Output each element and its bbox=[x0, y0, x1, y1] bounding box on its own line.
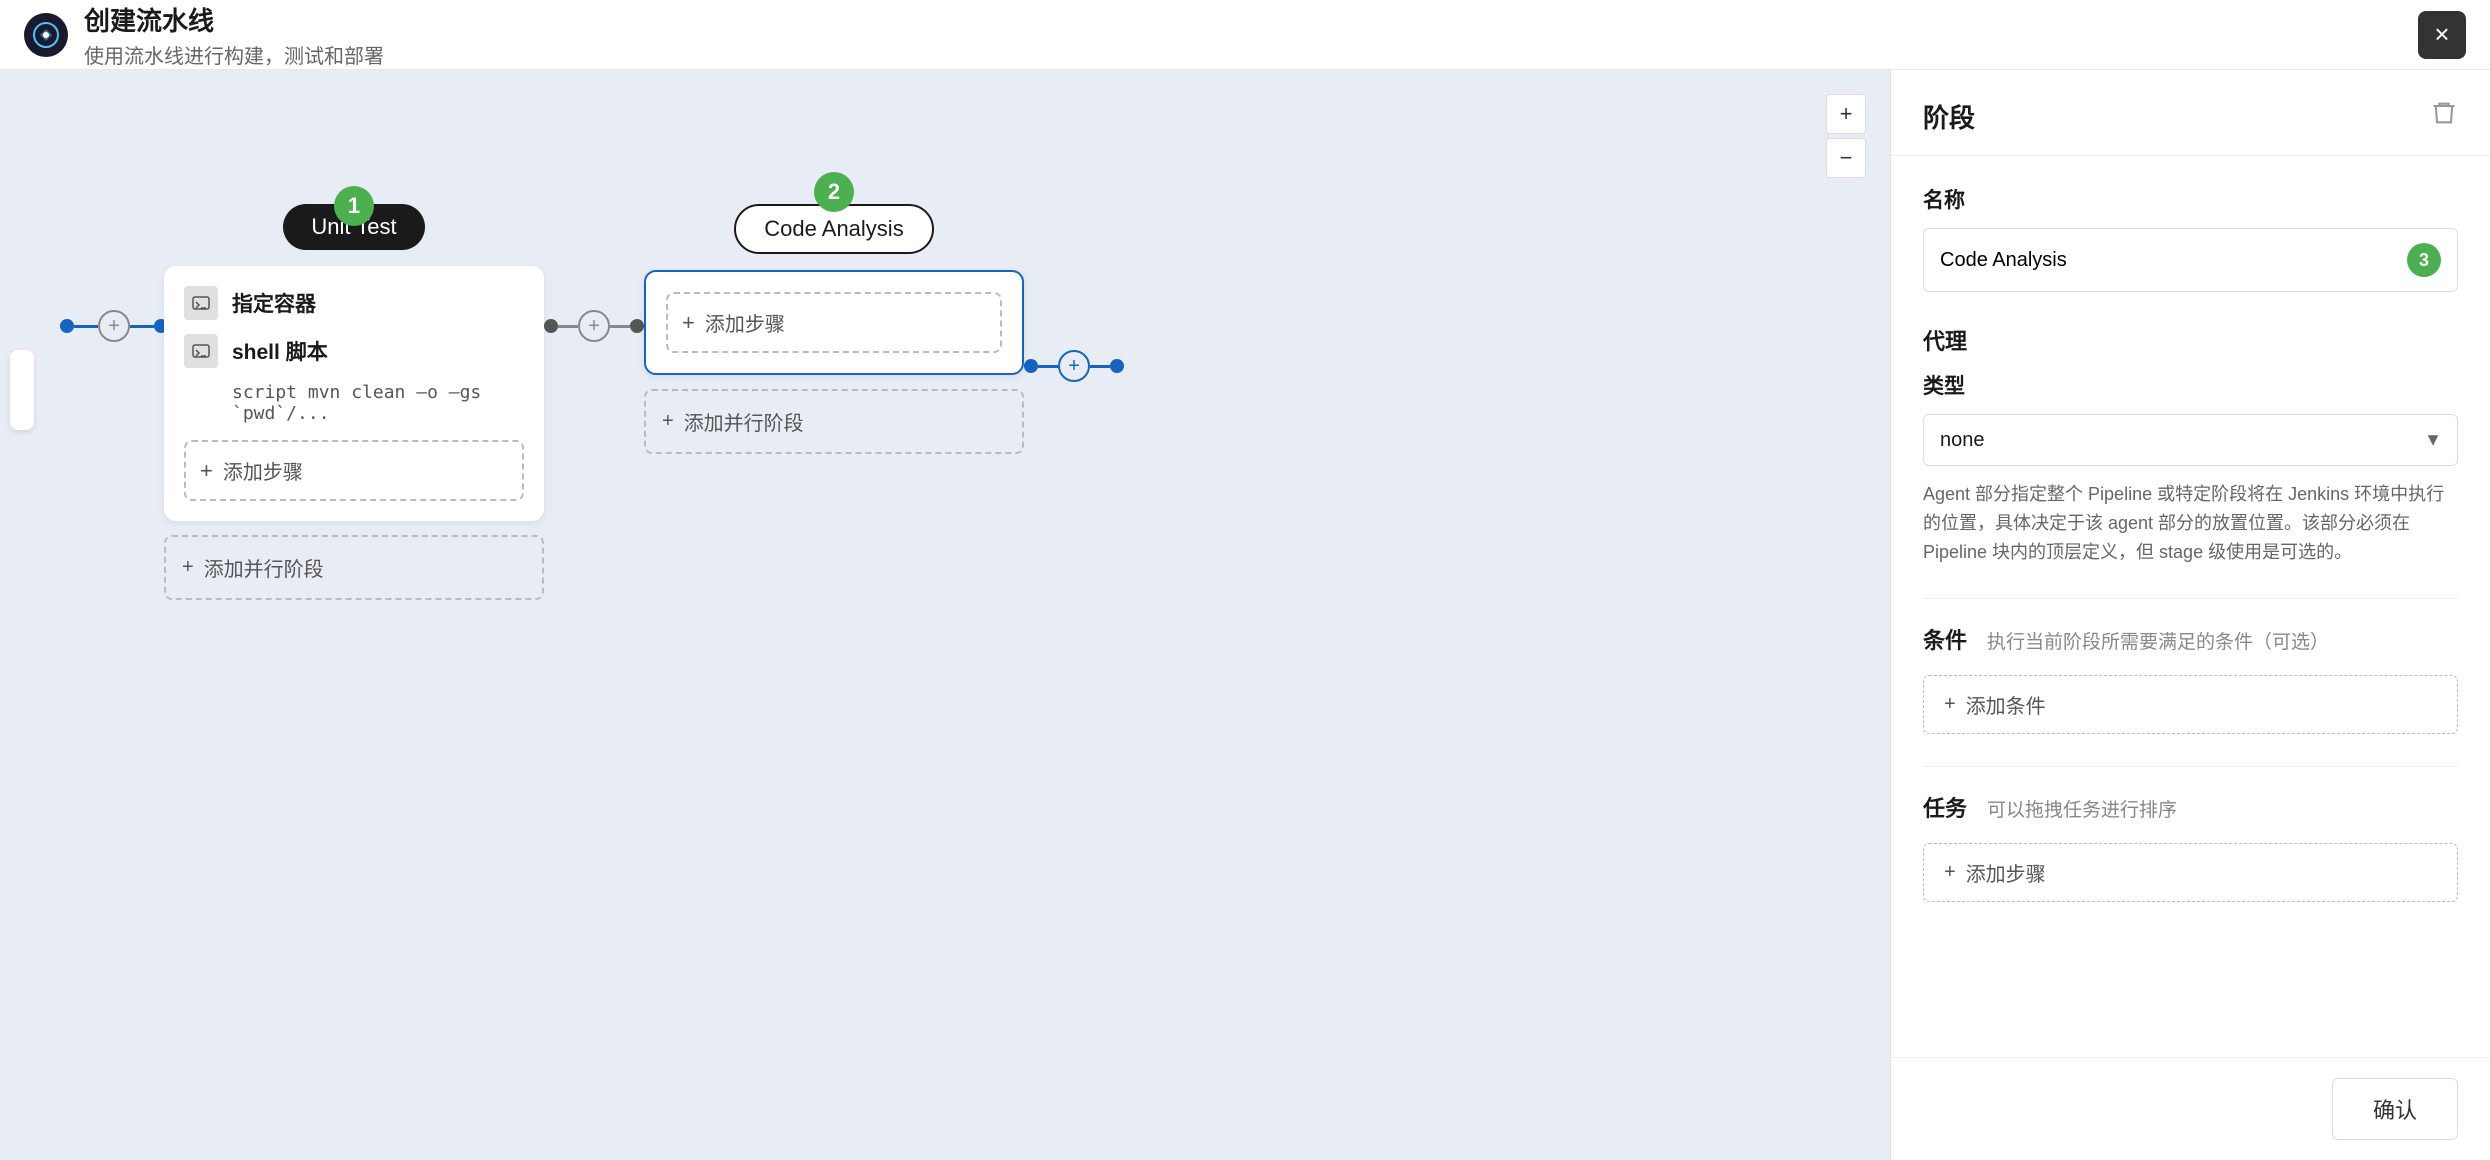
type-select[interactable]: none any label docker bbox=[1923, 414, 2458, 466]
tasks-section: 任务 可以拖拽任务进行排序 + 添加步骤 bbox=[1923, 791, 2458, 902]
zoom-controls: + − bbox=[1826, 94, 1866, 178]
stage-2-badge: 2 bbox=[814, 172, 854, 212]
panel-header: 阶段 bbox=[1891, 70, 2490, 156]
conn-dot-1 bbox=[544, 319, 558, 333]
inter-stage-connector: + bbox=[544, 310, 644, 342]
type-field: 类型 none any label docker ▼ bbox=[1923, 370, 2458, 466]
stage-1-card: 指定容器 shell 脚本 script mvn clean –o –gs `p… bbox=[164, 266, 544, 521]
divider-2 bbox=[1923, 766, 2458, 767]
stage-1-badge: 1 bbox=[334, 186, 374, 226]
stage-unit-test: 1Unit Test 指定容器 bbox=[164, 190, 544, 600]
exit-line-2 bbox=[1090, 365, 1110, 368]
script-content: script mvn clean –o –gs `pwd`/... bbox=[232, 382, 524, 424]
step-container-icon bbox=[184, 286, 218, 320]
add-between-stages[interactable]: + bbox=[578, 310, 610, 342]
agent-section: 代理 类型 none any label docker ▼ Agent 部分指定… bbox=[1923, 324, 2458, 566]
exit-connector: + bbox=[1024, 350, 1124, 382]
exit-dot-2 bbox=[1110, 359, 1124, 373]
add-step-button[interactable]: + 添加步骤 bbox=[1923, 843, 2458, 902]
name-input[interactable] bbox=[1940, 249, 2407, 272]
entry-line bbox=[74, 325, 98, 328]
tasks-subtitle: 可以拖拽任务进行排序 bbox=[1987, 795, 2177, 822]
add-stage-left[interactable]: + bbox=[98, 310, 130, 342]
confirm-button[interactable]: 确认 bbox=[2332, 1078, 2458, 1140]
page-subtitle: 使用流水线进行构建，测试和部署 bbox=[84, 40, 384, 69]
stage-2-add-step[interactable]: + 添加步骤 bbox=[666, 292, 1002, 353]
stage-code-analysis: 2 Code Analysis + 添加步骤 + 添加并行阶段 bbox=[644, 190, 1024, 454]
canvas-area: + − + 1Unit Test bbox=[0, 70, 1890, 1160]
app-logo bbox=[24, 13, 68, 57]
conditions-subtitle: 执行当前阶段所需要满足的条件（可选） bbox=[1987, 627, 2329, 654]
exit-dot-1 bbox=[1024, 359, 1038, 373]
agent-help-text: Agent 部分指定整个 Pipeline 或特定阶段将在 Jenkins 环境… bbox=[1923, 480, 2458, 566]
stage-2-add-parallel[interactable]: + 添加并行阶段 bbox=[644, 389, 1024, 454]
add-condition-button[interactable]: + 添加条件 bbox=[1923, 675, 2458, 734]
page-title: 创建流水线 bbox=[84, 1, 384, 38]
entry-line-2 bbox=[130, 325, 154, 328]
entry-dot bbox=[60, 319, 74, 333]
name-section: 名称 3 bbox=[1923, 184, 2458, 292]
pipeline-row: + 1Unit Test 指定容器 bbox=[60, 190, 1830, 600]
exit-line bbox=[1038, 365, 1058, 368]
stage-1-add-parallel[interactable]: + 添加并行阶段 bbox=[164, 535, 544, 600]
step-shell-icon bbox=[184, 334, 218, 368]
conn-line-1 bbox=[558, 325, 578, 328]
left-hint-card bbox=[10, 350, 34, 430]
stage-1-add-step[interactable]: + 添加步骤 bbox=[184, 440, 524, 501]
divider-1 bbox=[1923, 598, 2458, 599]
panel-footer: 确认 bbox=[1891, 1057, 2490, 1160]
stage-2-card: + 添加步骤 bbox=[644, 270, 1024, 375]
conn-dot-2 bbox=[630, 319, 644, 333]
step-shell: shell 脚本 bbox=[184, 334, 524, 368]
pipeline-canvas: + 1Unit Test 指定容器 bbox=[0, 70, 1890, 1160]
panel-title: 阶段 bbox=[1923, 98, 1975, 135]
zoom-out-button[interactable]: − bbox=[1826, 138, 1866, 178]
name-label: 名称 bbox=[1923, 184, 2458, 214]
add-after-stage-2[interactable]: + bbox=[1058, 350, 1090, 382]
name-input-wrapper: 3 bbox=[1923, 228, 2458, 292]
step-container: 指定容器 bbox=[184, 286, 524, 320]
conditions-title: 条件 bbox=[1923, 623, 1967, 655]
tasks-title: 任务 bbox=[1923, 791, 1967, 823]
delete-stage-button[interactable] bbox=[2430, 99, 2458, 134]
entry-connector: + bbox=[60, 310, 168, 342]
header-text: 创建流水线 使用流水线进行构建，测试和部署 bbox=[84, 1, 384, 69]
stage-2-label-wrapper: 2 Code Analysis bbox=[734, 190, 933, 270]
name-badge: 3 bbox=[2407, 243, 2441, 277]
conditions-header: 条件 执行当前阶段所需要满足的条件（可选） bbox=[1923, 623, 2458, 659]
type-label: 类型 bbox=[1923, 370, 2458, 400]
step-container-label: 指定容器 bbox=[232, 288, 316, 318]
main-container: + − + 1Unit Test bbox=[0, 70, 2490, 1160]
header: 创建流水线 使用流水线进行构建，测试和部署 × bbox=[0, 0, 2490, 70]
panel-body: 名称 3 代理 类型 none any label docker bbox=[1891, 156, 2490, 1057]
step-shell-label: shell 脚本 bbox=[232, 336, 328, 366]
conditions-section: 条件 执行当前阶段所需要满足的条件（可选） + 添加条件 bbox=[1923, 623, 2458, 734]
tasks-header: 任务 可以拖拽任务进行排序 bbox=[1923, 791, 2458, 827]
conn-line-2 bbox=[610, 325, 630, 328]
zoom-in-button[interactable]: + bbox=[1826, 94, 1866, 134]
right-panel: 阶段 名称 3 代理 类型 bbox=[1890, 70, 2490, 1160]
type-select-wrapper: none any label docker ▼ bbox=[1923, 414, 2458, 466]
agent-title: 代理 bbox=[1923, 324, 2458, 356]
close-button[interactable]: × bbox=[2418, 11, 2466, 59]
